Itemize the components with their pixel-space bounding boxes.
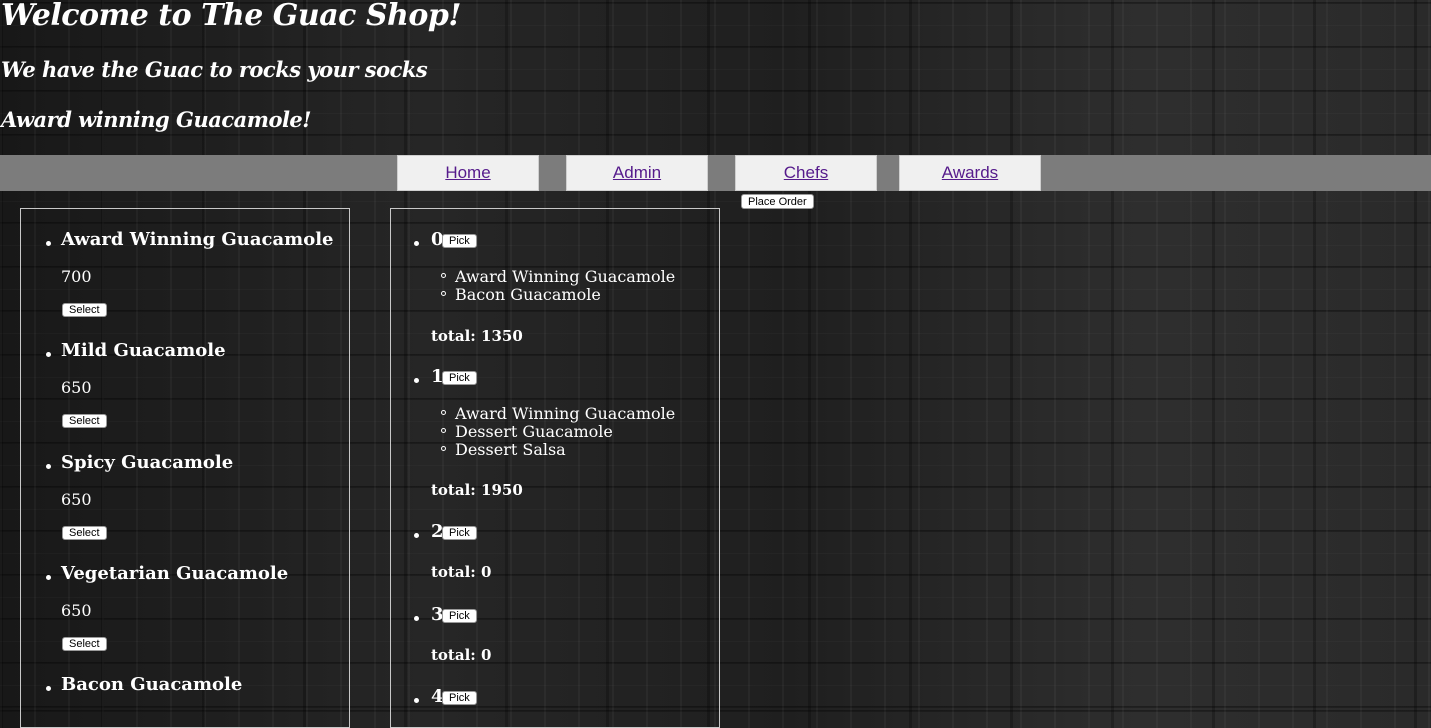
nav-home-link[interactable]: Home [445, 163, 490, 183]
menu-item-name: Vegetarian Guacamole [61, 563, 289, 584]
menu-item-price: 700 [61, 267, 92, 286]
menu-item-name: Bacon Guacamole [61, 674, 243, 695]
nav-admin-link[interactable]: Admin [613, 163, 661, 183]
circle-bullet [441, 446, 446, 451]
order-total: total: 1350 [431, 327, 523, 345]
circle-bullet [441, 291, 446, 296]
order-line-name: Award Winning Guacamole [455, 404, 676, 423]
bullet [414, 616, 419, 621]
order-total: total: 0 [431, 646, 492, 664]
menu-item-price: 650 [61, 490, 92, 509]
menu-item-name: Mild Guacamole [61, 340, 226, 361]
order-line-name: Dessert Guacamole [455, 422, 613, 441]
place-order-button[interactable]: Place Order [741, 194, 814, 209]
pick-button[interactable]: Pick [442, 371, 477, 385]
bullet [46, 686, 51, 691]
order-line-name: Award Winning Guacamole [455, 267, 676, 286]
bullet [414, 698, 419, 703]
pick-button[interactable]: Pick [442, 234, 477, 248]
circle-bullet [441, 273, 446, 278]
nav-chefs-link[interactable]: Chefs [784, 163, 828, 183]
circle-bullet [441, 410, 446, 415]
order-line-name: Dessert Salsa [455, 440, 566, 459]
pick-button[interactable]: Pick [442, 609, 477, 623]
bullet [414, 378, 419, 383]
pick-button[interactable]: Pick [442, 691, 477, 705]
nav-bar: Home Admin Chefs Awards [0, 155, 1431, 191]
bullet [414, 533, 419, 538]
menu-item-name: Award Winning Guacamole [61, 229, 334, 250]
tagline: We have the Guac to rocks your socks [1, 57, 428, 82]
page-title: Welcome to The Guac Shop! [1, 0, 461, 33]
nav-chefs-button[interactable]: Chefs [735, 155, 877, 191]
order-total: total: 0 [431, 563, 492, 581]
nav-home-button[interactable]: Home [397, 155, 539, 191]
menu-item-price: 650 [61, 378, 92, 397]
nav-admin-button[interactable]: Admin [566, 155, 708, 191]
nav-awards-link[interactable]: Awards [942, 163, 998, 183]
bullet [46, 352, 51, 357]
select-button[interactable]: Select [62, 637, 107, 651]
menu-panel: Award Winning Guacamole 700 Select Mild … [20, 208, 350, 728]
menu-item-name: Spicy Guacamole [61, 452, 234, 473]
order-line-name: Bacon Guacamole [455, 285, 601, 304]
menu-item-price: 650 [61, 601, 92, 620]
orders-panel: 0 Pick Award Winning Guacamole Bacon Gua… [390, 208, 720, 728]
subtitle: Award winning Guacamole! [1, 107, 312, 132]
nav-awards-button[interactable]: Awards [899, 155, 1041, 191]
circle-bullet [441, 428, 446, 433]
bullet [46, 241, 51, 246]
bullet [46, 575, 51, 580]
order-total: total: 1950 [431, 481, 523, 499]
select-button[interactable]: Select [62, 526, 107, 540]
pick-button[interactable]: Pick [442, 526, 477, 540]
bullet [414, 241, 419, 246]
select-button[interactable]: Select [62, 414, 107, 428]
select-button[interactable]: Select [62, 303, 107, 317]
bullet [46, 464, 51, 469]
